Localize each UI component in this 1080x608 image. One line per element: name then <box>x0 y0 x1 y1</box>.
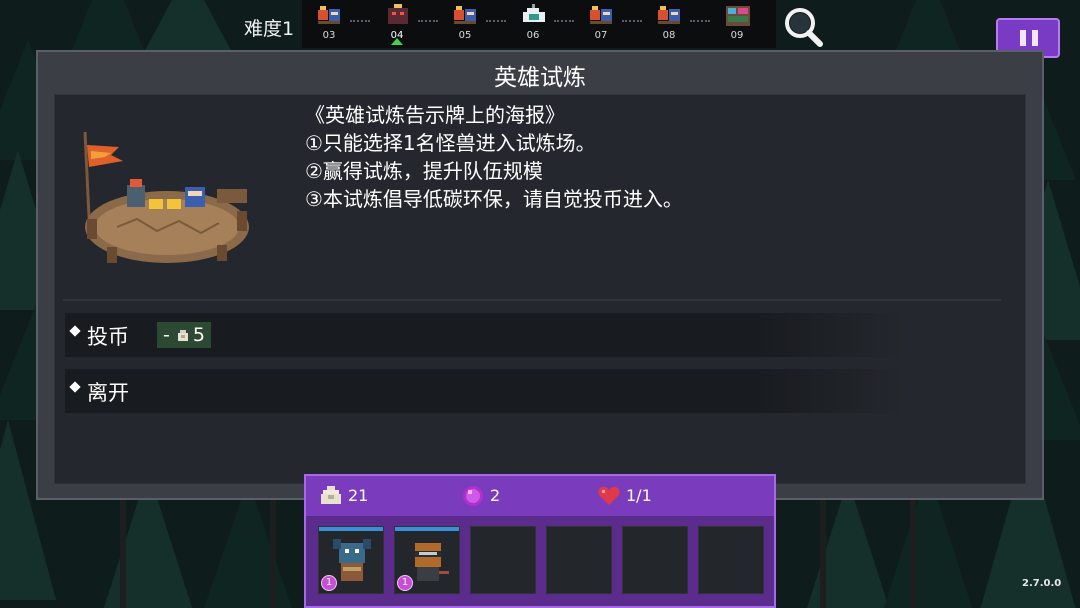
stage-track: 03 04 05 06 07 08 09 <box>302 0 776 48</box>
heart-icon <box>598 486 620 505</box>
poster-rule-1: ①只能选择1名怪兽进入试炼场。 <box>305 131 596 155</box>
team-slot[interactable]: 1 <box>394 526 460 594</box>
stage-connector <box>418 20 438 22</box>
cost-prefix: - <box>163 324 170 346</box>
current-stage-marker-icon <box>391 38 403 45</box>
team-slot-empty[interactable] <box>622 526 688 594</box>
option-leave[interactable]: 离开 <box>65 369 905 413</box>
stage-node[interactable]: 07 <box>578 2 642 46</box>
monster-group-icon <box>454 6 476 24</box>
diamond-bullet-icon <box>69 325 81 337</box>
poster-text: 《英雄试炼告示牌上的海报》 ①只能选择1名怪兽进入试炼场。 ②赢得试炼，提升队伍… <box>305 101 985 213</box>
version-label: 2.7.0.0 <box>1022 578 1062 589</box>
stage-connector <box>486 20 506 22</box>
stage-node[interactable]: 08 <box>646 2 710 46</box>
team-panel: 21 2 1/1 1 1 <box>304 474 776 608</box>
divider <box>63 299 1001 301</box>
poster-rule-3: ③本试炼倡导低碳环保，请自觉投币进入。 <box>305 187 683 211</box>
monster-group-icon <box>658 6 680 24</box>
stage-number: 05 <box>458 30 472 41</box>
team-slot-empty[interactable] <box>546 526 612 594</box>
heart-count: 1/1 <box>626 486 652 505</box>
arena-illustration <box>83 131 249 263</box>
diamond-bullet-icon <box>69 381 81 393</box>
team-slot-empty[interactable] <box>470 526 536 594</box>
boss-monster-icon <box>388 4 408 24</box>
poster-rule-2: ②赢得试炼，提升队伍规模 <box>305 159 543 183</box>
coin-count: 21 <box>348 486 369 505</box>
purple-gem-icon <box>463 486 483 506</box>
level-badge: 1 <box>321 575 337 591</box>
cost-badge: - 5 <box>157 322 211 348</box>
coin-pouch-icon <box>321 486 341 504</box>
stage-number: 08 <box>662 30 676 41</box>
event-dialog: 英雄试炼 《英雄试炼告示牌上的海报》 ①只能选择1名怪兽进入试炼场。 ②赢得试炼… <box>36 50 1044 500</box>
stage-connector <box>350 20 370 22</box>
slot-health-bar <box>395 527 459 531</box>
cost-value: 5 <box>192 324 205 346</box>
coin-pouch-icon <box>177 330 188 341</box>
dialog-title: 英雄试炼 <box>494 65 586 91</box>
event-cloud-icon <box>523 4 545 22</box>
stage-number: 09 <box>730 30 744 41</box>
stage-connector <box>622 20 642 22</box>
option-label: 离开 <box>87 381 129 405</box>
slot-health-bar <box>319 527 383 531</box>
stage-connector <box>554 20 574 22</box>
stage-number: 07 <box>594 30 608 41</box>
dialog-content: 《英雄试炼告示牌上的海报》 ①只能选择1名怪兽进入试炼场。 ②赢得试炼，提升队伍… <box>54 94 1026 484</box>
team-slot[interactable]: 1 <box>318 526 384 594</box>
shop-stall-icon <box>726 6 750 26</box>
stage-node[interactable]: 06 <box>510 2 574 46</box>
stage-number: 03 <box>322 30 336 41</box>
poster-title: 《英雄试炼告示牌上的海报》 <box>305 103 565 127</box>
monster-group-icon <box>318 6 340 24</box>
team-slot-empty[interactable] <box>698 526 764 594</box>
search-button[interactable] <box>782 6 826 48</box>
magnifier-icon <box>785 8 823 47</box>
stage-node[interactable]: 05 <box>442 2 506 46</box>
level-badge: 1 <box>397 575 413 591</box>
option-insert-coin[interactable]: 投币 - 5 <box>65 313 905 357</box>
monster-group-icon <box>590 6 612 24</box>
stage-number: 06 <box>526 30 540 41</box>
stage-node[interactable]: 03 <box>306 2 370 46</box>
resource-bar: 21 2 1/1 <box>306 476 774 516</box>
difficulty-label: 难度1 <box>244 18 295 40</box>
gem-count: 2 <box>490 486 501 505</box>
stage-node[interactable]: 09 <box>714 2 760 46</box>
stage-connector <box>690 20 710 22</box>
stage-node-current[interactable]: 04 <box>374 2 438 46</box>
option-label: 投币 <box>87 325 129 349</box>
